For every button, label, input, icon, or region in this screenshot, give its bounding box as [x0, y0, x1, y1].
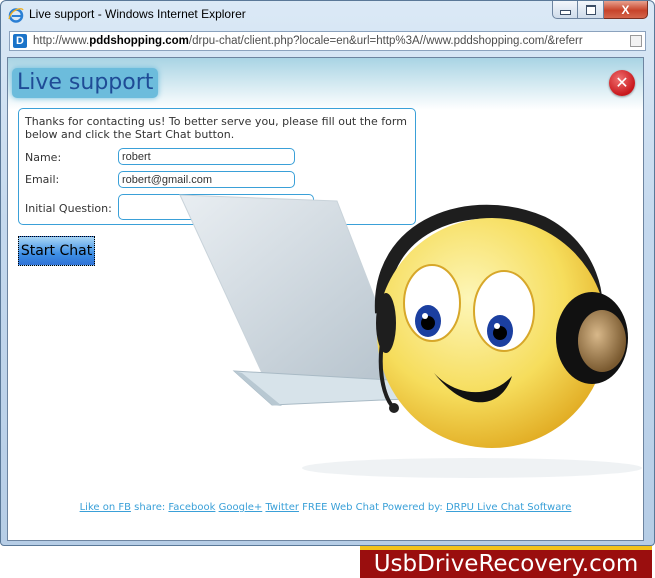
name-input[interactable] — [118, 148, 295, 165]
address-bar[interactable]: D http://www.pddshopping.com/drpu-chat/c… — [9, 31, 646, 51]
support-smiley-illustration — [179, 194, 642, 478]
facebook-link[interactable]: Facebook — [168, 502, 215, 513]
powered-by-text: FREE Web Chat Powered by: — [298, 502, 446, 513]
maximize-icon — [585, 4, 596, 15]
like-on-fb-link[interactable]: Like on FB — [80, 502, 131, 513]
window-title: Live support - Windows Internet Explorer — [29, 7, 246, 21]
watermark-banner: UsbDriveRecovery.com — [360, 546, 652, 578]
window-controls: X — [552, 1, 648, 21]
twitter-link[interactable]: Twitter — [265, 502, 299, 513]
internet-explorer-icon — [8, 8, 24, 23]
close-chat-button[interactable]: ✕ — [609, 70, 635, 96]
page-title: Live support — [12, 68, 159, 98]
site-favicon-icon: D — [13, 34, 27, 48]
shadow — [302, 458, 642, 478]
intro-text: Thanks for contacting us! To better serv… — [25, 115, 407, 141]
url-text[interactable]: http://www.pddshopping.com/drpu-chat/cli… — [33, 35, 628, 47]
page-content: Live support ✕ Thanks for contacting us!… — [7, 57, 644, 541]
google-plus-link[interactable]: Google+ — [219, 502, 263, 513]
close-icon: X — [621, 2, 630, 17]
url-domain: pddshopping.com — [89, 35, 189, 47]
question-label: Initial Question: — [25, 202, 112, 215]
drpu-link[interactable]: DRPU Live Chat Software — [446, 502, 571, 513]
close-icon: ✕ — [615, 73, 629, 92]
banner-text: UsbDriveRecovery.com — [360, 550, 652, 578]
minimize-icon — [559, 9, 571, 15]
headset-earcup — [578, 310, 626, 372]
url-prefix: http://www. — [33, 35, 90, 47]
share-text: share: — [130, 502, 169, 513]
maximize-button[interactable] — [578, 1, 604, 19]
minimize-button[interactable] — [552, 1, 578, 19]
footer-links: Like on FB share: Facebook Google+ Twitt… — [8, 502, 643, 513]
laptop-screen — [179, 194, 408, 382]
name-label: Name: — [25, 151, 62, 164]
page-icon — [630, 35, 642, 47]
title-bar: Live support - Windows Internet Explorer… — [1, 1, 654, 29]
url-path: /drpu-chat/client.php?locale=en&url=http… — [188, 35, 583, 47]
browser-window: Live support - Windows Internet Explorer… — [0, 0, 655, 546]
start-chat-button[interactable]: Start Chat — [18, 236, 95, 266]
close-window-button[interactable]: X — [604, 1, 648, 19]
email-label: Email: — [25, 173, 60, 186]
